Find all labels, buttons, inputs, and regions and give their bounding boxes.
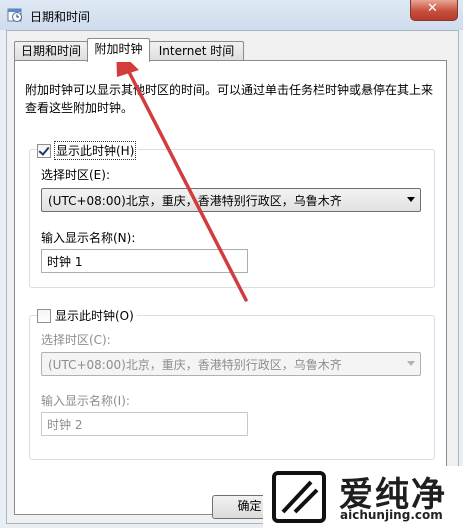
clock1-name-input[interactable]: 时钟 1 [41, 249, 248, 273]
description-text: 附加时钟可以显示其他时区的时间。可以通过单击任务栏时钟或悬停在其上来查看这些附加… [25, 83, 434, 115]
clock2-timezone-select[interactable]: (UTC+08:00)北京，重庆，香港特别行政区，乌鲁木齐 [41, 352, 421, 376]
clock2-timezone-value: (UTC+08:00)北京，重庆，香港特别行政区，乌鲁木齐 [48, 358, 342, 372]
clock2-show-checkbox-row[interactable]: 显示此时钟(O) [37, 307, 137, 324]
clock2-show-label[interactable]: 显示此时钟(O) [55, 307, 134, 324]
clock1-show-label[interactable]: 显示此时钟(H) [53, 141, 137, 160]
date-time-dialog: 日期和时间 ✕ 日期和时间 附加时钟 Internet 时间 附加时钟可以显示其… [0, 0, 463, 528]
close-button[interactable]: ✕ [410, 0, 458, 21]
clock1-show-checkbox-row[interactable]: 显示此时钟(H) [37, 141, 139, 160]
clock1-timezone-label: 选择时区(E): [41, 168, 110, 182]
clock2-timezone-label: 选择时区(C): [41, 333, 111, 347]
clock2-show-checkbox[interactable] [37, 308, 51, 323]
dropdown-arrow-icon [407, 197, 415, 202]
additional-clocks-panel: 附加时钟可以显示其他时区的时间。可以通过单击任务栏时钟或悬停在其上来查看这些附加… [14, 60, 447, 515]
window-title: 日期和时间 [30, 10, 91, 24]
dialog-body: 日期和时间 附加时钟 Internet 时间 附加时钟可以显示其他时区的时间。可… [6, 30, 459, 524]
close-icon: ✕ [427, 1, 438, 16]
aichunjing-logo-icon [272, 471, 326, 523]
clock2-name-value: 时钟 2 [47, 418, 83, 432]
clock1-show-checkbox[interactable] [37, 143, 51, 158]
clock1-name-value: 时钟 1 [47, 255, 83, 269]
dropdown-arrow-icon [407, 361, 415, 366]
watermark-url: aichunjing.com [340, 508, 443, 522]
watermark: 爱纯净 aichunjing.com [263, 466, 463, 528]
clock1-timezone-value: (UTC+08:00)北京，重庆，香港特别行政区，乌鲁木齐 [48, 194, 342, 208]
tab-date-time[interactable]: 日期和时间 [14, 41, 88, 61]
clock1-name-label: 输入显示名称(N): [41, 231, 136, 245]
title-bar[interactable]: 日期和时间 ✕ [0, 0, 463, 30]
clock2-name-label: 输入显示名称(I): [41, 394, 130, 408]
tab-internet-time[interactable]: Internet 时间 [149, 41, 244, 61]
tab-additional-clocks[interactable]: 附加时钟 [87, 38, 150, 62]
clock1-timezone-select[interactable]: (UTC+08:00)北京，重庆，香港特别行政区，乌鲁木齐 [41, 188, 421, 212]
clock2-name-input[interactable]: 时钟 2 [41, 412, 248, 436]
clock-app-icon [7, 8, 22, 22]
